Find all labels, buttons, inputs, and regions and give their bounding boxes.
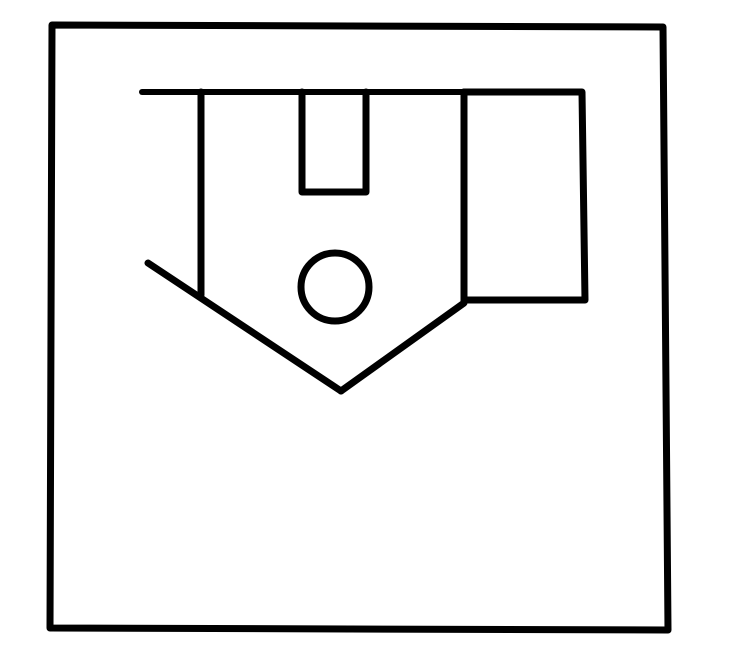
line-drawing-diagram (0, 0, 749, 657)
canvas-background (0, 0, 749, 657)
